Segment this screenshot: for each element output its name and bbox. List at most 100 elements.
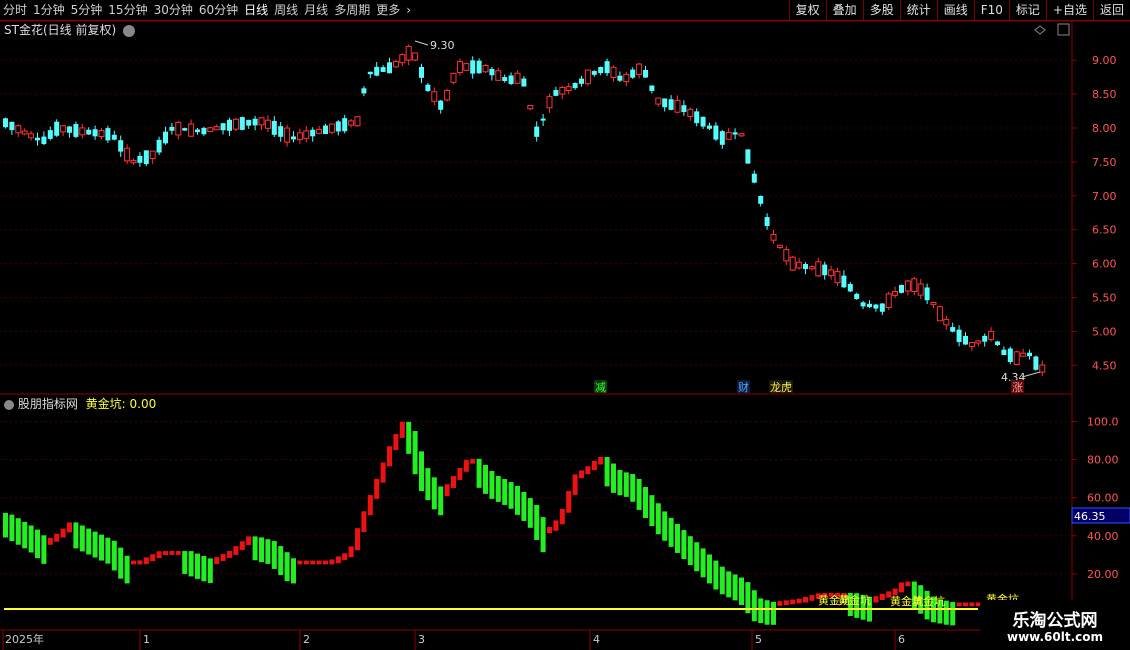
indicator-bar bbox=[611, 463, 616, 493]
candlestick bbox=[296, 128, 303, 144]
stock-chart[interactable]: 9.00 8.50 8.00 7.50 7.00 6.50 6.00 5.50 5.00 4.50… bbox=[0, 0, 1130, 650]
candlestick bbox=[770, 229, 777, 244]
indicator-name[interactable]: 股朋指标网 bbox=[18, 397, 78, 411]
candlestick bbox=[54, 119, 60, 138]
candlestick bbox=[988, 327, 995, 342]
indicator-bar bbox=[585, 466, 591, 475]
indicator-bar bbox=[367, 495, 373, 516]
candlestick bbox=[636, 62, 643, 79]
stock-title[interactable]: ST金花(日线 前复权) bbox=[4, 23, 116, 37]
indicator-bar bbox=[150, 554, 156, 562]
current-value-label: 46.35 bbox=[1074, 510, 1106, 523]
candlestick bbox=[930, 302, 937, 309]
candlestick bbox=[968, 341, 975, 351]
candlestick bbox=[687, 107, 694, 121]
price-tick-label: 6.50 bbox=[1092, 224, 1117, 237]
indicator-bar bbox=[9, 514, 15, 542]
indicator-bar bbox=[259, 537, 264, 563]
indicator-title-bar: 股朋指标网 黄金坑: 0.00 bbox=[4, 396, 156, 412]
candlestick bbox=[28, 130, 35, 141]
chevron-down-icon[interactable] bbox=[122, 24, 135, 37]
candlestick bbox=[111, 130, 117, 141]
indicator-bar bbox=[803, 596, 808, 603]
indicator-bar bbox=[963, 602, 968, 607]
indicator-series-label: 黄金坑: bbox=[85, 397, 126, 411]
indicator-bar bbox=[399, 421, 405, 438]
indicator-bar bbox=[783, 600, 789, 605]
indicator-bar bbox=[527, 498, 533, 528]
candlestick bbox=[815, 257, 822, 277]
indicator-bar bbox=[316, 560, 322, 565]
candlestick bbox=[271, 116, 277, 138]
candlestick bbox=[725, 127, 732, 140]
zhang-marker[interactable]: 涨 bbox=[1012, 381, 1023, 394]
candlestick bbox=[105, 125, 111, 143]
candlestick bbox=[867, 300, 872, 309]
golden-pit-label: 黄金坑 bbox=[912, 594, 945, 608]
indicator-bar bbox=[751, 590, 757, 622]
jian-marker[interactable]: 减 bbox=[595, 381, 606, 394]
price-tick-label: 8.00 bbox=[1092, 122, 1117, 135]
candlestick bbox=[361, 86, 367, 97]
indicator-bar bbox=[438, 486, 444, 516]
indicator-bar bbox=[297, 560, 303, 565]
indicator-bar bbox=[969, 602, 975, 607]
candlestick bbox=[278, 121, 284, 142]
candlestick bbox=[258, 117, 265, 130]
indicator-bar bbox=[201, 555, 207, 582]
candlestick bbox=[841, 270, 847, 288]
candlestick bbox=[963, 332, 968, 346]
candlestick bbox=[264, 115, 271, 133]
candlestick bbox=[610, 65, 617, 82]
candlestick bbox=[489, 67, 495, 81]
candlestick bbox=[143, 150, 149, 167]
indicator-bar bbox=[559, 508, 565, 525]
high-pointer bbox=[414, 40, 429, 46]
candlestick bbox=[975, 339, 982, 347]
time-label-jan: 1 bbox=[143, 633, 150, 646]
indicator-bar bbox=[726, 571, 732, 598]
candlestick bbox=[1013, 350, 1020, 366]
candlestick bbox=[553, 86, 559, 97]
chevron-down-icon[interactable] bbox=[4, 399, 14, 410]
indicator-bar bbox=[22, 521, 28, 549]
indicator-bar bbox=[111, 540, 117, 571]
candlestick bbox=[67, 126, 72, 138]
longhu-marker[interactable]: 龙虎 bbox=[770, 381, 792, 394]
time-axis: 2025年 1 2 3 4 5 6 bbox=[2, 630, 905, 650]
indicator-bar bbox=[451, 476, 456, 489]
candlestick bbox=[118, 135, 124, 157]
candlestick bbox=[623, 71, 630, 87]
candlestick bbox=[220, 123, 226, 135]
time-label-feb: 2 bbox=[303, 633, 310, 646]
indicator-bar bbox=[188, 551, 194, 577]
candlestick bbox=[854, 292, 860, 300]
candlestick bbox=[604, 58, 610, 76]
candlestick bbox=[303, 126, 310, 143]
diamond-icon[interactable] bbox=[1034, 25, 1046, 35]
candlestick bbox=[879, 303, 885, 316]
indicator-bar bbox=[246, 536, 252, 546]
candlestick bbox=[98, 128, 105, 140]
indicator-bar bbox=[463, 459, 469, 472]
indicator-bar bbox=[732, 574, 738, 601]
candlestick bbox=[419, 63, 424, 84]
indicator-bar bbox=[470, 458, 476, 464]
candlestick bbox=[374, 61, 380, 77]
panel-maximize-icon[interactable] bbox=[1057, 23, 1070, 36]
candlestick bbox=[342, 114, 348, 134]
indicator-bar bbox=[335, 556, 341, 564]
candlestick bbox=[834, 267, 841, 286]
candlestick bbox=[860, 300, 866, 310]
indicator-bar bbox=[579, 470, 584, 479]
indicator-y-axis: 100.0 80.00 60.00 40.00 20.00 bbox=[1072, 416, 1119, 581]
candlestick bbox=[348, 118, 355, 128]
candlestick bbox=[527, 104, 534, 111]
indicator-bar bbox=[169, 551, 175, 555]
price-tick-label: 5.00 bbox=[1092, 325, 1117, 338]
indicator-bar bbox=[508, 482, 514, 509]
indicator-bar bbox=[668, 517, 674, 547]
indicator-bar bbox=[380, 462, 386, 483]
cai-marker[interactable]: 财 bbox=[738, 380, 749, 394]
candlestick bbox=[662, 98, 668, 112]
